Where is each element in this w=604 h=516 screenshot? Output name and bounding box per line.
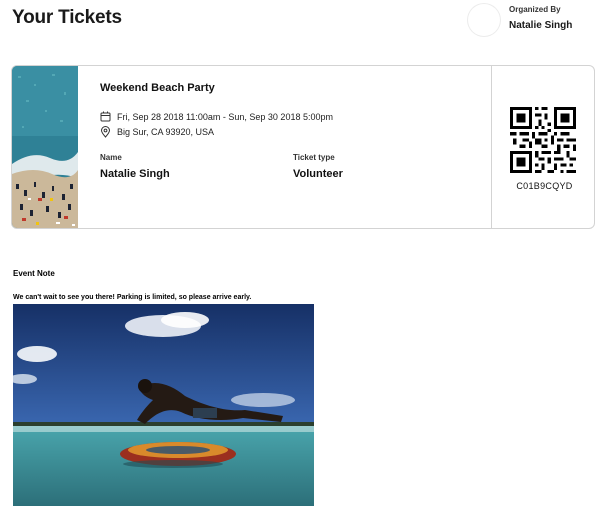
ticket-details: Weekend Beach Party Fri, Sep 28 2018 11:… (78, 66, 491, 228)
ticket-type-label: Ticket type (293, 153, 335, 162)
qr-code (510, 107, 576, 173)
map-pin-icon (100, 126, 111, 138)
event-title[interactable]: Weekend Beach Party (100, 82, 215, 94)
event-note-photo (13, 304, 314, 506)
event-date-row: Fri, Sep 28 2018 11:00am - Sun, Sep 30 2… (100, 111, 333, 122)
attendee-name: Natalie Singh (100, 168, 170, 180)
ticket-card[interactable]: Weekend Beach Party Fri, Sep 28 2018 11:… (11, 65, 595, 229)
page-title: Your Tickets (12, 7, 122, 28)
organizer-avatar (468, 4, 500, 36)
attendee-name-label: Name (100, 153, 122, 162)
organizer-caption: Organized By (509, 5, 561, 14)
event-date: Fri, Sep 28 2018 11:00am - Sun, Sep 30 2… (117, 111, 333, 122)
event-image (12, 66, 78, 228)
event-location: Big Sur, CA 93920, USA (117, 127, 215, 137)
ticket-type: Volunteer (293, 168, 343, 180)
organizer-name[interactable]: Natalie Singh (509, 20, 572, 31)
event-note-heading: Event Note (13, 269, 55, 278)
event-location-row: Big Sur, CA 93920, USA (100, 126, 214, 138)
event-note-text: We can't wait to see you there! Parking … (13, 294, 252, 301)
ticket-code: C01B9CQYD (516, 181, 573, 191)
calendar-icon (100, 111, 111, 122)
ticket-stub: C01B9CQYD (491, 66, 594, 228)
